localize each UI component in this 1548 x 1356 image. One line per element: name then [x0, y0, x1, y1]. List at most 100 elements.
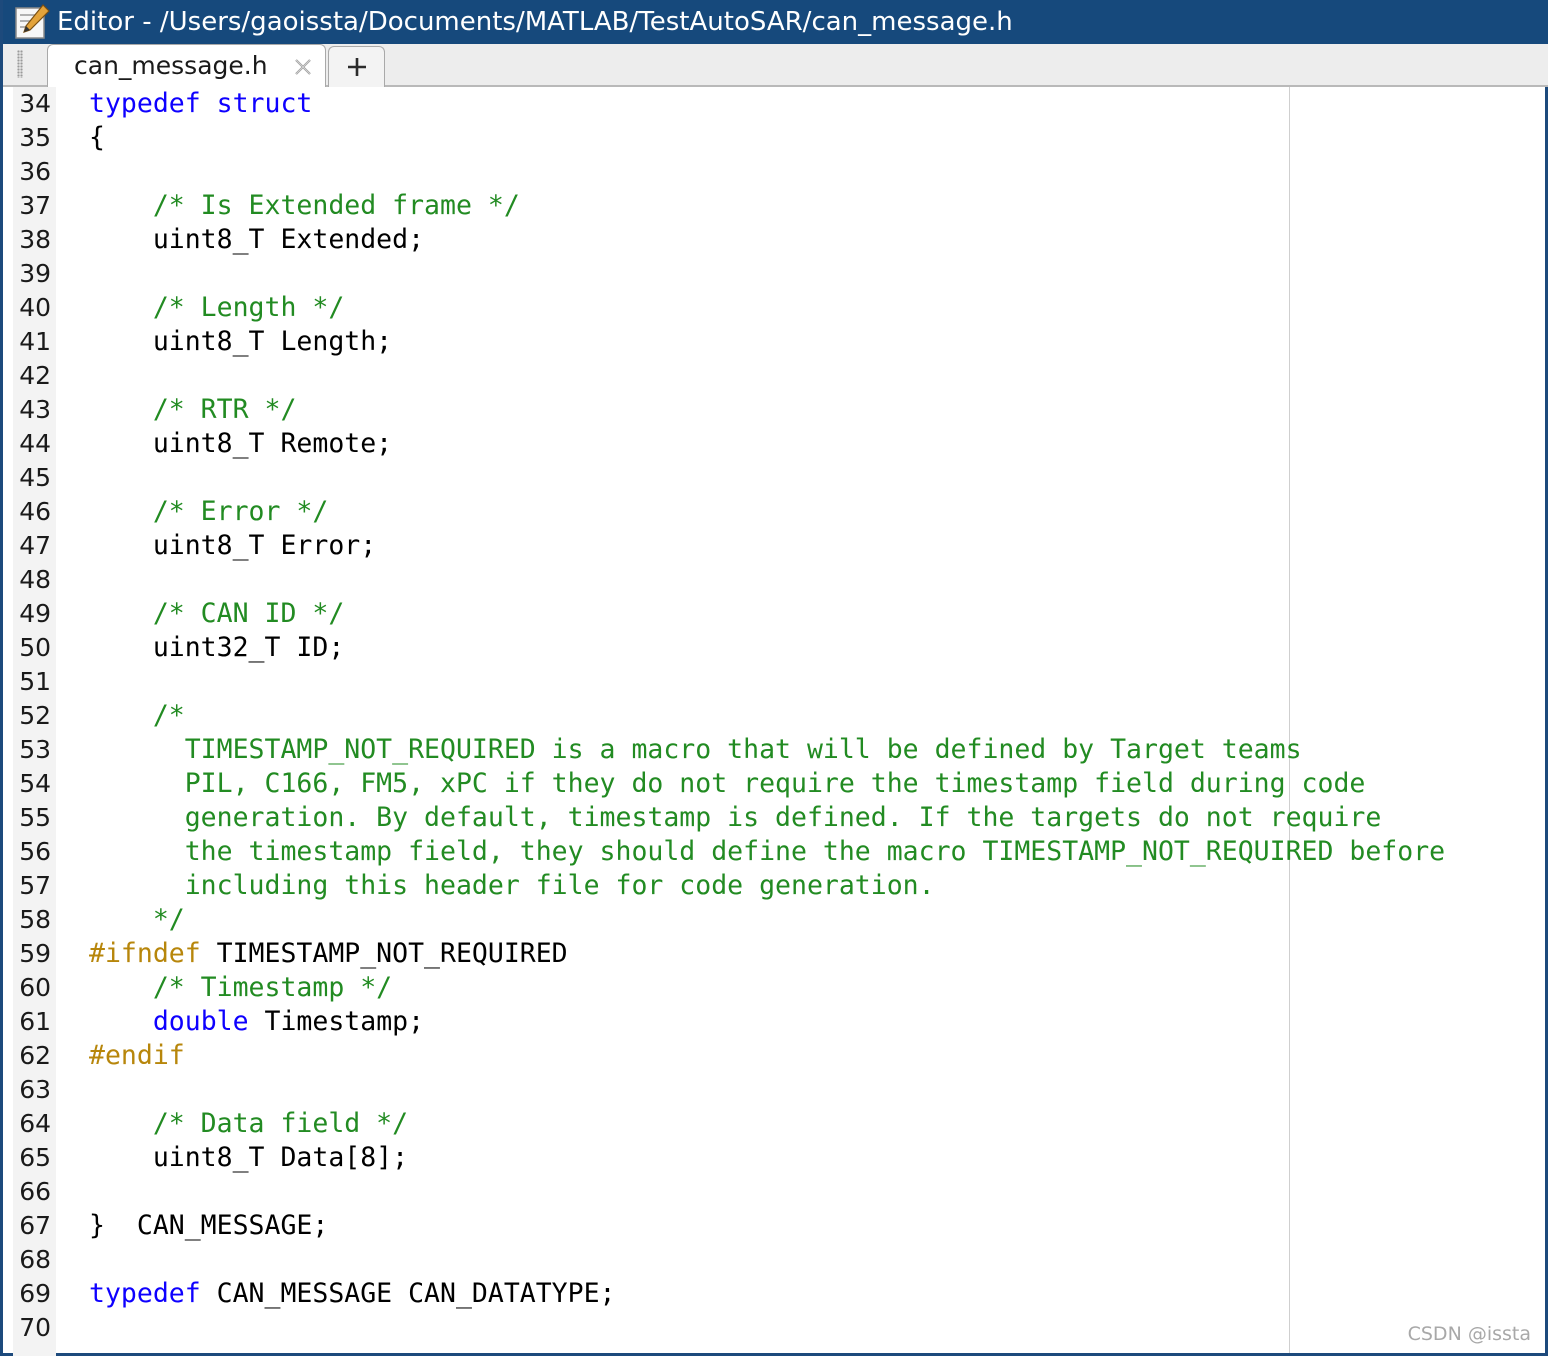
code-line[interactable]: 59 #ifndef TIMESTAMP_NOT_REQUIRED: [13, 937, 1548, 971]
code-line[interactable]: 44 uint8_T Remote;: [13, 427, 1548, 461]
code-line[interactable]: 67 } CAN_MESSAGE;: [13, 1209, 1548, 1243]
code-text: uint32_T ID;: [89, 631, 344, 665]
code-text: double Timestamp;: [89, 1005, 424, 1039]
code-line[interactable]: 62 #endif: [13, 1039, 1548, 1073]
new-tab-button[interactable]: [328, 46, 385, 87]
code-line[interactable]: 36: [13, 155, 1548, 189]
line-number: 57: [19, 871, 51, 900]
code-line[interactable]: 45: [13, 461, 1548, 495]
code-token: } CAN_MESSAGE;: [89, 1210, 329, 1241]
line-number: 62: [19, 1041, 51, 1070]
code-text: /* CAN ID */: [89, 597, 344, 631]
code-lines: 34 typedef struct 35 {36 37 /* Is Extended f…: [13, 87, 1548, 1345]
code-token: uint8_T Extended;: [89, 224, 425, 255]
code-text: /* Error */: [89, 495, 329, 529]
code-token: including this header file for code gene…: [89, 870, 935, 901]
line-number: 44: [19, 429, 51, 458]
line-number: 41: [19, 327, 51, 356]
code-line[interactable]: 47 uint8_T Error;: [13, 529, 1548, 563]
code-line[interactable]: 43 /* RTR */: [13, 393, 1548, 427]
line-number: 40: [19, 293, 51, 322]
code-line[interactable]: 53 TIMESTAMP_NOT_REQUIRED is a macro tha…: [13, 733, 1548, 767]
code-line[interactable]: 66: [13, 1175, 1548, 1209]
code-token: uint8_T Remote;: [89, 428, 393, 459]
code-text: typedef struct: [89, 87, 312, 121]
window-title: Editor - /Users/gaoissta/Documents/MATLA…: [57, 7, 1013, 37]
code-line[interactable]: 51: [13, 665, 1548, 699]
line-number: 42: [19, 361, 51, 390]
code-line[interactable]: 40 /* Length */: [13, 291, 1548, 325]
code-line[interactable]: 52 /*: [13, 699, 1548, 733]
code-line[interactable]: 35 {: [13, 121, 1548, 155]
code-text: /* RTR */: [89, 393, 297, 427]
code-line[interactable]: 54 PIL, C166, FM5, xPC if they do not re…: [13, 767, 1548, 801]
editor-window: Editor - /Users/gaoissta/Documents/MATLA…: [0, 0, 1548, 1356]
code-token: uint8_T Length;: [89, 326, 393, 357]
title-bar[interactable]: Editor - /Users/gaoissta/Documents/MATLA…: [3, 0, 1548, 44]
watermark: CSDN @issta: [1407, 1323, 1531, 1345]
code-token: uint32_T ID;: [89, 632, 345, 663]
code-line[interactable]: 34 typedef struct: [13, 87, 1548, 121]
code-text: /* Data field */: [89, 1107, 408, 1141]
code-token: #endif: [89, 1040, 185, 1071]
line-number: 48: [19, 565, 51, 594]
tab-can-message[interactable]: can_message.h: [47, 44, 326, 87]
line-number: 67: [19, 1211, 51, 1240]
code-token: PIL, C166, FM5, xPC if they do not requi…: [89, 768, 1366, 799]
line-number: 37: [19, 191, 51, 220]
line-number: 36: [19, 157, 51, 186]
line-number: 56: [19, 837, 51, 866]
code-line[interactable]: 69 typedef CAN_MESSAGE CAN_DATATYPE;: [13, 1277, 1548, 1311]
code-line[interactable]: 49 /* CAN ID */: [13, 597, 1548, 631]
code-line[interactable]: 61 double Timestamp;: [13, 1005, 1548, 1039]
code-line[interactable]: 58 */: [13, 903, 1548, 937]
code-text: /*: [89, 699, 185, 733]
line-number: 58: [19, 905, 51, 934]
line-number: 65: [19, 1143, 51, 1172]
code-line[interactable]: 56 the timestamp field, they should defi…: [13, 835, 1548, 869]
code-line[interactable]: 70: [13, 1311, 1548, 1345]
code-text: /* Is Extended frame */: [89, 189, 520, 223]
code-token: /* Error */: [89, 496, 329, 527]
code-text: /* Timestamp */: [89, 971, 392, 1005]
code-token: uint8_T Data[8];: [89, 1142, 409, 1173]
code-token: /*: [89, 700, 185, 731]
code-line[interactable]: 42: [13, 359, 1548, 393]
code-line[interactable]: 64 /* Data field */: [13, 1107, 1548, 1141]
code-line[interactable]: 57 including this header file for code g…: [13, 869, 1548, 903]
line-number: 52: [19, 701, 51, 730]
code-token: generation. By default, timestamp is def…: [89, 802, 1382, 833]
line-number: 70: [19, 1313, 51, 1342]
line-number: 43: [19, 395, 51, 424]
plus-icon: [348, 58, 366, 76]
code-line[interactable]: 68: [13, 1243, 1548, 1277]
code-line[interactable]: 50 uint32_T ID;: [13, 631, 1548, 665]
code-text: typedef CAN_MESSAGE CAN_DATATYPE;: [89, 1277, 616, 1311]
line-number: 63: [19, 1075, 51, 1104]
line-number: 59: [19, 939, 51, 968]
code-line[interactable]: 37 /* Is Extended frame */: [13, 189, 1548, 223]
tab-bar: can_message.h: [3, 44, 1548, 87]
code-token: Timestamp;: [248, 1006, 425, 1037]
line-number: 60: [19, 973, 51, 1002]
tab-label: can_message.h: [74, 51, 268, 80]
line-number: 68: [19, 1245, 51, 1274]
code-token: {: [89, 122, 105, 153]
drag-grip-icon[interactable]: [17, 50, 23, 78]
code-line[interactable]: 48: [13, 563, 1548, 597]
code-line[interactable]: 41 uint8_T Length;: [13, 325, 1548, 359]
code-token: CAN_MESSAGE CAN_DATATYPE;: [200, 1278, 616, 1309]
code-line[interactable]: 46 /* Error */: [13, 495, 1548, 529]
code-line[interactable]: 55 generation. By default, timestamp is …: [13, 801, 1548, 835]
code-line[interactable]: 38 uint8_T Extended;: [13, 223, 1548, 257]
code-text: #endif: [89, 1039, 185, 1073]
line-number: 69: [19, 1279, 51, 1308]
code-line[interactable]: 60 /* Timestamp */: [13, 971, 1548, 1005]
code-line[interactable]: 63: [13, 1073, 1548, 1107]
close-icon[interactable]: [293, 57, 313, 77]
code-line[interactable]: 65 uint8_T Data[8];: [13, 1141, 1548, 1175]
code-line[interactable]: 39: [13, 257, 1548, 291]
code-text: {: [89, 121, 105, 155]
code-token: TIMESTAMP_NOT_REQUIRED: [200, 938, 568, 969]
code-token: TIMESTAMP_NOT_REQUIRED is a macro that w…: [89, 734, 1302, 765]
